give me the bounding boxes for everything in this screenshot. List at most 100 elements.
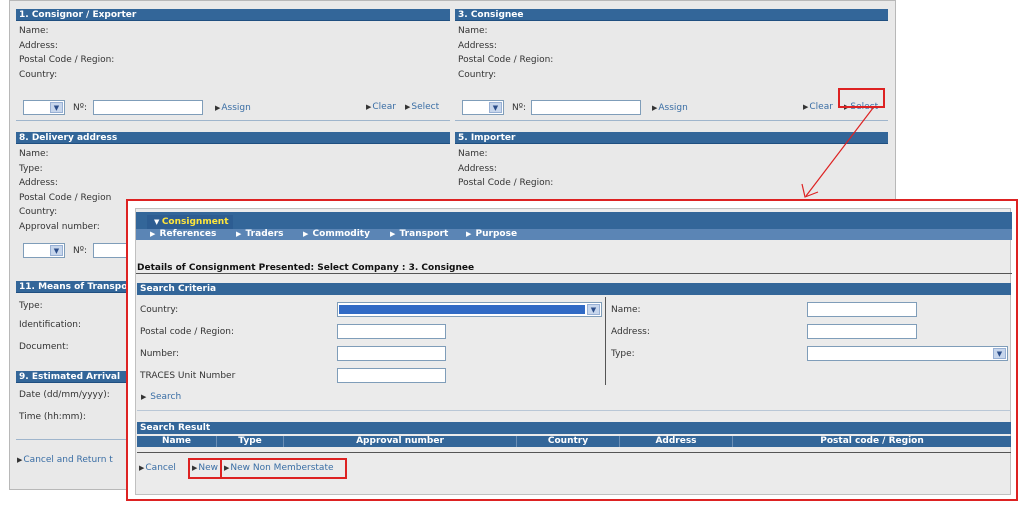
- importer-header: 5. Importer: [455, 132, 888, 144]
- postal-code-label: Postal code / Region:: [140, 327, 235, 337]
- subnav-references[interactable]: ▶ References: [150, 229, 216, 240]
- importer-panel: 5. Importer Name: Address: Postal Code /…: [455, 132, 888, 198]
- chevron-down-icon: ▼: [489, 102, 502, 113]
- consignor-panel: 1. Consignor / Exporter Name: Address: P…: [16, 9, 450, 121]
- transport-header: 11. Means of Transpo: [16, 281, 136, 293]
- consignee-number-input[interactable]: [531, 100, 641, 115]
- chevron-down-icon: ▼: [50, 102, 63, 113]
- arrival-panel: 9. Estimated Arrival Date (dd/mm/yyyy): …: [16, 371, 136, 441]
- subnav-purpose[interactable]: ▶ Purpose: [466, 229, 517, 240]
- chevron-down-icon: ▼: [993, 348, 1006, 359]
- name-input[interactable]: [807, 302, 917, 317]
- country-select-highlight: [339, 305, 585, 314]
- name-label: Name:: [611, 305, 641, 315]
- transport-panel: 11. Means of Transpo Type: Identificatio…: [16, 281, 136, 366]
- consignor-number-input[interactable]: [93, 100, 203, 115]
- consignor-bottom-rule: [16, 120, 450, 121]
- select-highlight-box: [838, 88, 885, 108]
- criteria-bottom-rule: [137, 410, 1011, 411]
- triangle-right-icon: ▶: [141, 393, 147, 401]
- criteria-column-divider: [605, 297, 606, 385]
- search-link[interactable]: ▶ Search: [141, 392, 181, 402]
- consignee-postal-label: Postal Code / Region:: [458, 55, 554, 66]
- triangle-right-icon: ▶: [652, 104, 658, 112]
- consignee-type-select[interactable]: ▼: [462, 100, 504, 115]
- triangle-right-icon: ▶: [405, 103, 411, 111]
- arrival-time-label: Time (hh:mm):: [19, 412, 86, 422]
- arrival-header: 9. Estimated Arrival: [16, 371, 136, 383]
- triangle-right-icon: ▶: [466, 230, 472, 238]
- delivery-type-label: Type:: [19, 163, 43, 174]
- traces-unit-input[interactable]: [337, 368, 446, 383]
- consignor-assign-link[interactable]: ▶Assign: [215, 103, 251, 113]
- nav-tab-consignment[interactable]: ▼ Consignment: [147, 215, 233, 229]
- consignor-select-link[interactable]: ▶Select: [405, 102, 439, 112]
- search-criteria-header: Search Criteria: [137, 283, 1011, 295]
- delivery-address-label: Address:: [19, 178, 58, 189]
- consignor-country-label: Country:: [19, 69, 58, 80]
- traces-unit-label: TRACES Unit Number: [140, 371, 236, 381]
- chevron-down-icon: ▼: [50, 245, 63, 256]
- transport-identification-label: Identification:: [19, 320, 82, 330]
- country-select[interactable]: ▼: [337, 302, 602, 317]
- delivery-no-label: Nº:: [73, 246, 88, 256]
- consignor-header: 1. Consignor / Exporter: [16, 9, 450, 21]
- consignor-postal-label: Postal Code / Region:: [19, 55, 115, 66]
- type-label: Type:: [611, 349, 635, 359]
- result-column-header: Name Type Approval number Country Addres…: [137, 436, 1011, 447]
- consignee-country-label: Country:: [458, 69, 497, 80]
- delivery-header: 8. Delivery address: [16, 132, 450, 144]
- subnav-traders[interactable]: ▶ Traders: [236, 229, 284, 240]
- importer-postal-label: Postal Code / Region:: [458, 178, 554, 189]
- importer-address-label: Address:: [458, 163, 497, 174]
- triangle-right-icon: ▶: [215, 104, 221, 112]
- dialog-title-rule: [136, 273, 1012, 274]
- arrival-bottom-rule: [16, 439, 136, 440]
- consignor-type-select[interactable]: ▼: [23, 100, 65, 115]
- consignee-clear-link[interactable]: ▶Clear: [803, 102, 833, 112]
- cancel-link[interactable]: ▶Cancel: [139, 463, 176, 473]
- consignee-assign-link[interactable]: ▶Assign: [652, 103, 688, 113]
- consignee-actions: ▼ Nº: ▶Assign ▶Clear ▶Select: [455, 98, 888, 116]
- consignee-name-label: Name:: [458, 26, 488, 36]
- triangle-down-icon: ▼: [154, 218, 162, 226]
- postal-code-input[interactable]: [337, 324, 446, 339]
- search-result-header: Search Result: [137, 422, 1011, 434]
- triangle-right-icon: ▶: [139, 464, 145, 472]
- triangle-right-icon: ▶: [150, 230, 156, 238]
- main-nav-bar: ▼ Consignment: [136, 212, 1012, 229]
- col-country: Country: [517, 436, 620, 447]
- number-input[interactable]: [337, 346, 446, 361]
- importer-name-label: Name:: [458, 149, 488, 159]
- dialog-body: ▼ Consignment ▶ References ▶ Traders ▶ C…: [135, 208, 1012, 495]
- triangle-right-icon: ▶: [366, 103, 372, 111]
- triangle-right-icon: ▶: [803, 103, 809, 111]
- cancel-and-return-link[interactable]: ▶Cancel and Return t: [17, 455, 113, 465]
- col-address: Address: [620, 436, 733, 447]
- col-postal-code: Postal code / Region: [820, 436, 924, 446]
- subnav-transport[interactable]: ▶ Transport: [390, 229, 448, 240]
- consignor-no-label: Nº:: [73, 103, 88, 113]
- address-input[interactable]: [807, 324, 917, 339]
- new-highlight-box: [188, 458, 222, 479]
- consignee-header: 3. Consignee: [455, 9, 888, 21]
- type-select[interactable]: ▼: [807, 346, 1008, 361]
- subnav-commodity[interactable]: ▶ Commodity: [303, 229, 370, 240]
- result-bottom-rule: [137, 452, 1011, 453]
- triangle-right-icon: ▶: [236, 230, 242, 238]
- col-name: Name: [137, 436, 217, 447]
- number-label: Number:: [140, 349, 180, 359]
- arrival-date-label: Date (dd/mm/yyyy):: [19, 390, 110, 400]
- sub-nav-bar: ▶ References ▶ Traders ▶ Commodity ▶ Tra…: [136, 229, 1012, 240]
- new-non-memberstate-highlight-box: [220, 458, 347, 479]
- col-type: Type: [217, 436, 284, 447]
- select-company-dialog: ▼ Consignment ▶ References ▶ Traders ▶ C…: [126, 199, 1018, 501]
- col-approval-number: Approval number: [284, 436, 517, 447]
- consignor-clear-link[interactable]: ▶Clear: [366, 102, 396, 112]
- address-label: Address:: [611, 327, 650, 337]
- delivery-name-label: Name:: [19, 149, 49, 159]
- consignee-address-label: Address:: [458, 40, 497, 51]
- delivery-type-select[interactable]: ▼: [23, 243, 65, 258]
- consignor-name-label: Name:: [19, 26, 49, 36]
- consignee-panel: 3. Consignee Name: Address: Postal Code …: [455, 9, 888, 121]
